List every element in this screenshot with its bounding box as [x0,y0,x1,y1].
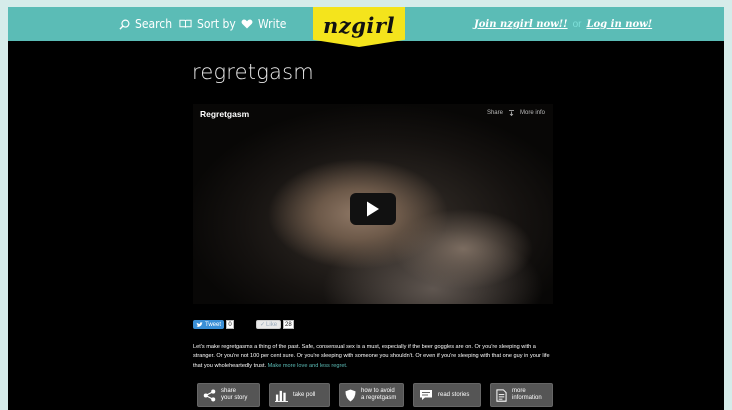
take-poll-label: take poll [293,391,316,398]
more-info-link[interactable]: More info [520,110,545,116]
more-information-line2: information [512,395,542,401]
or-separator: or [572,18,582,30]
share-story-line2: your story [221,395,248,401]
nzgirl-logo[interactable]: nzgirl [313,7,405,47]
auth-links: Join nzgirl now!! or Log in now! [474,7,652,41]
write-nav-item[interactable]: Write [241,7,286,41]
page-title: regretgasm [192,60,314,84]
how-to-avoid-button[interactable]: how to avoid a regretgasm [339,383,404,407]
bar-chart-icon [275,390,288,402]
tweet-count: 0 [226,320,235,329]
search-icon [119,19,130,30]
speech-bubble-icon [420,390,432,400]
like-button[interactable]: ✓ Like [256,320,282,329]
description-text: Let's make regretgasms a thing of the pa… [193,344,550,369]
heart-icon [241,19,253,29]
how-to-avoid-text: how to avoid a regretgasm [361,388,396,402]
read-stories-label: read stories [438,391,470,398]
take-poll-button[interactable]: take poll [269,383,330,407]
tweet-button[interactable]: Tweet [193,320,225,329]
how-to-avoid-line2: a regretgasm [361,395,397,401]
play-button[interactable] [350,193,396,225]
shield-icon [345,389,356,401]
like-widget: ✓ Like 28 [256,320,294,329]
document-icon [496,388,507,402]
how-to-avoid-line1: how to avoid [361,388,395,394]
tweet-widget: Tweet 0 [193,320,235,329]
logo-text: nzgirl [323,12,395,38]
share-story-text: share your story [221,388,247,402]
more-information-button[interactable]: more information [490,383,553,407]
login-link[interactable]: Log in now! [586,19,652,30]
share-story-line1: share [221,388,237,394]
top-nav-bar: Search Sort by Write nzgirl Join nzgirl … [8,7,724,47]
like-label: Like [266,321,278,328]
video-header-actions: Share More info [487,110,545,116]
share-link[interactable]: Share [487,110,503,116]
search-label: Search [135,17,173,31]
more-information-line1: more [512,388,526,394]
play-icon [367,201,379,217]
video-title[interactable]: Regretgasm [200,109,249,119]
write-label: Write [258,17,287,31]
tweet-label: Tweet [205,321,222,328]
share-story-button[interactable]: share your story [197,383,260,407]
twitter-bird-icon [196,321,203,327]
share-icon [203,389,216,401]
like-count: 28 [283,320,294,329]
sort-label: Sort by [197,17,236,31]
video-player[interactable]: Regretgasm Share More info [193,104,553,304]
action-buttons: share your story take poll how to avoid a … [197,383,553,407]
more-info-icon [508,110,514,116]
page-frame: Search Sort by Write nzgirl Join nzgirl … [8,7,724,410]
make-more-love-link[interactable]: Make more love and less regret. [268,363,348,369]
book-icon [179,19,192,28]
description: Let's make regretgasms a thing of the pa… [193,343,556,371]
read-stories-button[interactable]: read stories [413,383,481,407]
search-nav-item[interactable]: Search [119,7,172,41]
join-link[interactable]: Join nzgirl now!! [474,19,568,30]
sort-nav-item[interactable]: Sort by [179,7,236,41]
thumbs-up-icon: ✓ [260,322,266,328]
more-information-text: more information [512,388,542,402]
